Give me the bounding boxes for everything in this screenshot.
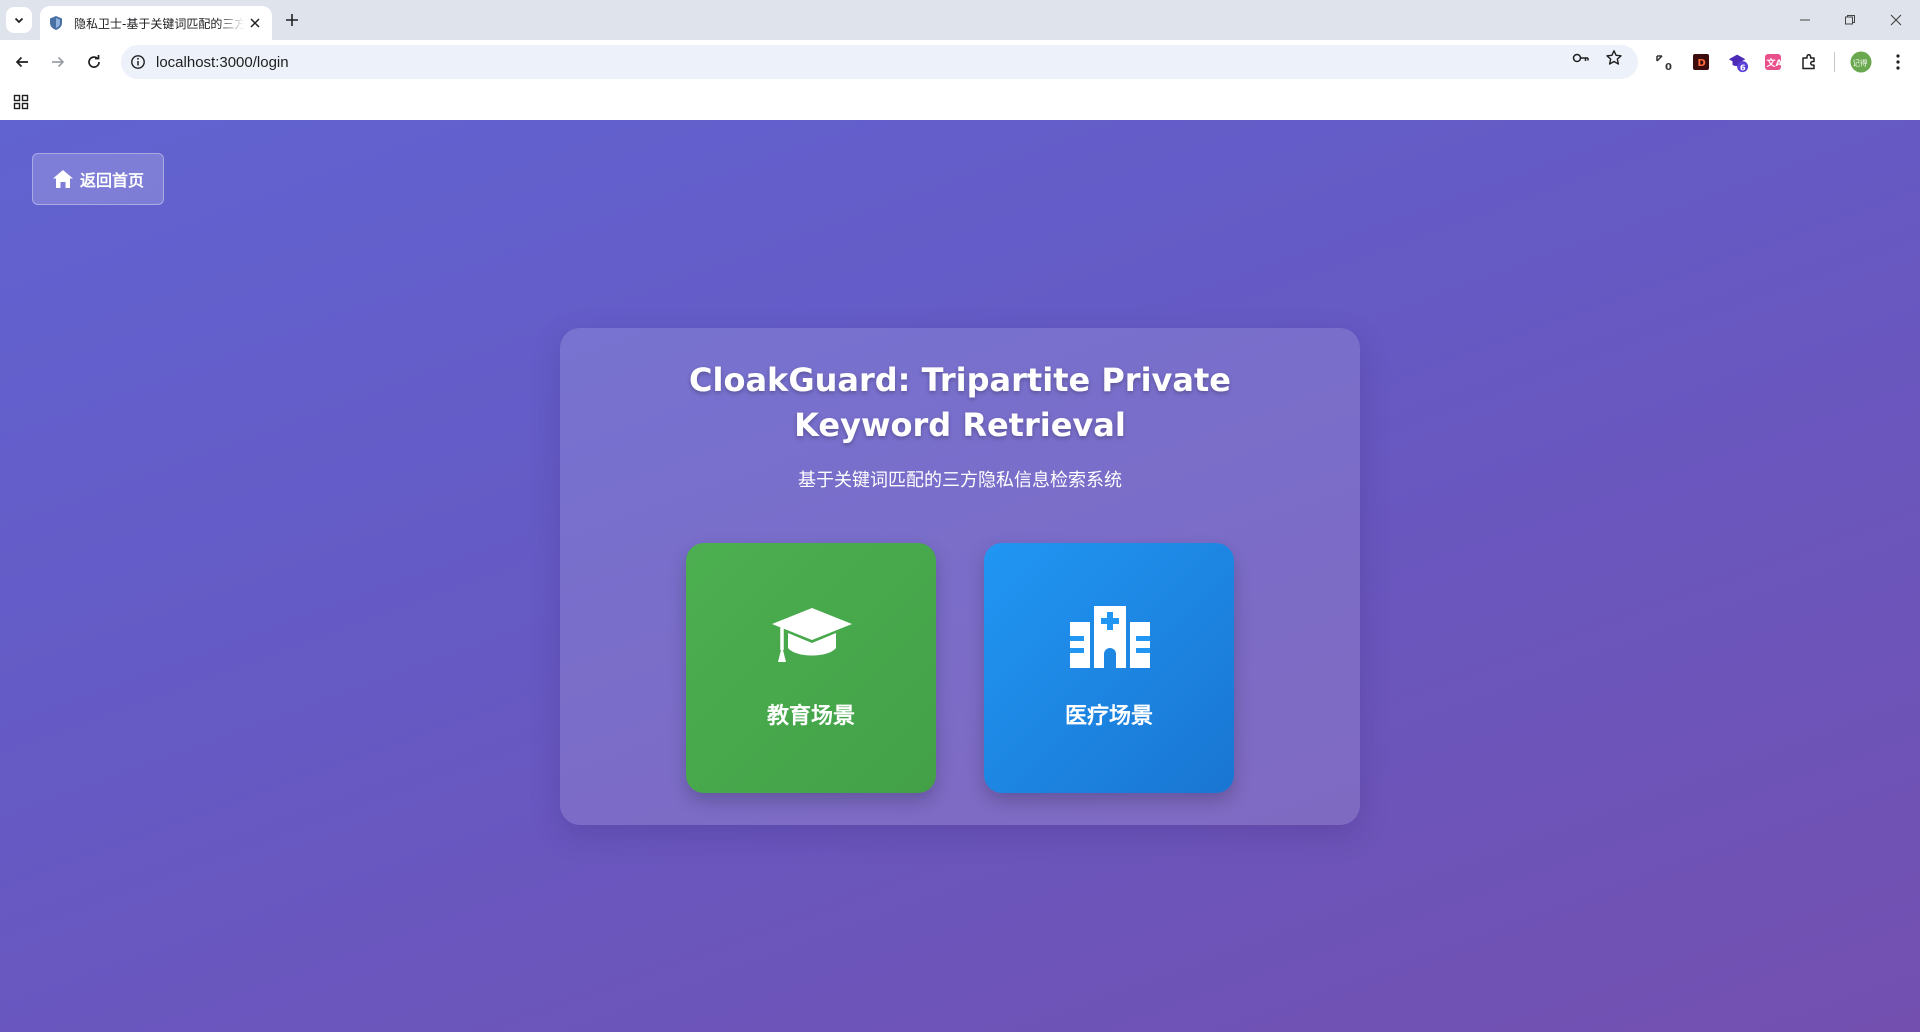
browser-toolbar: localhost:3000/login 0 D 6 文A 记得 — [0, 40, 1920, 84]
page-title: CloakGuard: Tripartite Private Keyword R… — [689, 361, 1231, 444]
address-bar[interactable]: localhost:3000/login — [121, 45, 1638, 79]
back-button[interactable] — [10, 50, 34, 74]
close-icon — [1890, 14, 1902, 26]
new-tab-button[interactable] — [280, 8, 304, 32]
svg-text:文A: 文A — [1766, 57, 1783, 69]
forward-button[interactable] — [46, 50, 70, 74]
svg-text:D: D — [1698, 58, 1706, 69]
education-scene-label: 教育场景 — [766, 704, 855, 729]
home-icon — [52, 170, 73, 188]
browser-menu-button[interactable] — [1887, 51, 1909, 73]
bookmarks-bar — [0, 84, 1920, 120]
browser-tab-active[interactable]: 隐私卫士-基于关键词匹配的三方隐私信息检索系统 — [40, 6, 272, 40]
svg-text:0: 0 — [1665, 62, 1672, 73]
reload-icon — [88, 55, 100, 68]
toolbar-separator — [1834, 52, 1835, 72]
tab-strip: 隐私卫士-基于关键词匹配的三方隐私信息检索系统 — [0, 0, 1920, 40]
hospital-icon — [1068, 603, 1152, 671]
medical-scene-label: 医疗场景 — [1064, 704, 1153, 729]
tab-counter-extension-icon[interactable]: 0 — [1653, 51, 1675, 73]
close-tab-icon[interactable] — [246, 14, 264, 32]
shield-favicon-icon — [48, 15, 64, 31]
red-square-extension-icon[interactable]: D — [1690, 51, 1712, 73]
profile-avatar[interactable]: 记得 — [1850, 51, 1872, 73]
graduation-cap-icon — [770, 603, 854, 671]
password-key-icon[interactable] — [1571, 48, 1591, 68]
apps-grid-icon[interactable] — [10, 91, 32, 113]
restore-icon — [1845, 15, 1855, 25]
login-page: 返回首页 CloakGuard: Tripartite Private Keyw… — [0, 120, 1920, 1032]
profile-avatar-text: 记得 — [1853, 58, 1869, 68]
home-button[interactable]: 返回首页 — [32, 153, 164, 205]
translate-extension-icon[interactable]: 文A — [1762, 51, 1784, 73]
plus-icon — [286, 14, 298, 26]
bookmark-star-icon[interactable] — [1604, 48, 1624, 68]
close-window-button[interactable] — [1884, 8, 1908, 32]
puzzle-extensions-icon[interactable] — [1798, 51, 1820, 73]
chevron-down-icon — [14, 17, 24, 24]
arrow-left-icon — [15, 56, 28, 68]
url-text: localhost:3000/login — [156, 53, 289, 71]
site-info-icon[interactable] — [130, 54, 146, 70]
more-vertical-icon — [1896, 54, 1900, 70]
purple-hat-extension-icon[interactable]: 6 — [1727, 51, 1749, 73]
restore-window-button[interactable] — [1838, 8, 1862, 32]
minimize-icon — [1800, 19, 1810, 21]
tab-search-button[interactable] — [6, 7, 32, 33]
home-button-label: 返回首页 — [79, 171, 144, 190]
medical-scene-button[interactable]: 医疗场景 — [984, 543, 1234, 793]
tab-title: 隐私卫士-基于关键词匹配的三方隐私信息检索系统 — [74, 16, 244, 31]
minimize-window-button[interactable] — [1793, 8, 1817, 32]
education-scene-button[interactable]: 教育场景 — [686, 543, 936, 793]
scene-selection-card: CloakGuard: Tripartite Private Keyword R… — [560, 328, 1360, 825]
reload-button[interactable] — [82, 50, 106, 74]
arrow-right-icon — [52, 56, 65, 68]
page-subtitle: 基于关键词匹配的三方隐私信息检索系统 — [798, 470, 1122, 491]
svg-text:6: 6 — [1740, 62, 1746, 72]
